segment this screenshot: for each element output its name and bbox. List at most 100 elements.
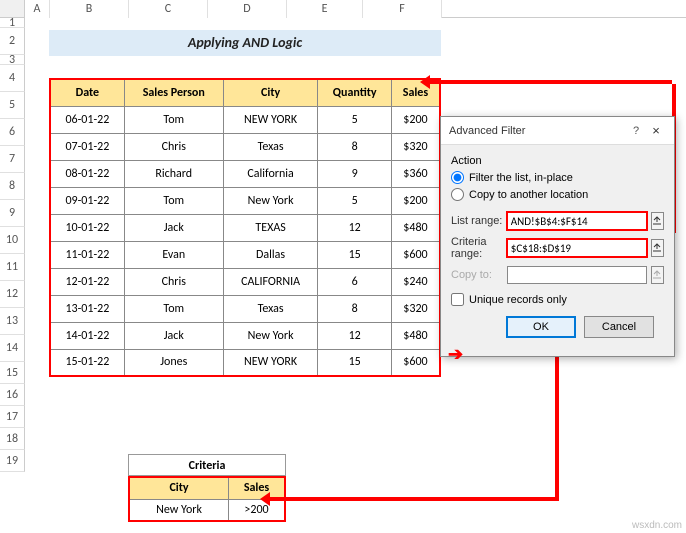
col-header-e[interactable]: E <box>287 0 363 18</box>
criteria-range-ref-button[interactable] <box>651 239 664 257</box>
row-header-9[interactable]: 9 <box>0 200 25 227</box>
col-header-b[interactable]: B <box>50 0 129 18</box>
cell[interactable]: CALIFORNIA <box>223 268 318 295</box>
list-range-ref-button[interactable] <box>651 212 664 230</box>
cell[interactable]: Jones <box>124 349 223 376</box>
cell[interactable]: TEXAS <box>223 214 318 241</box>
row-header-14[interactable]: 14 <box>0 335 25 362</box>
row-header-10[interactable]: 10 <box>0 227 25 254</box>
cell[interactable]: 07-01-22 <box>50 133 124 160</box>
row-header-1[interactable]: 1 <box>0 18 25 28</box>
cell[interactable]: Jack <box>124 322 223 349</box>
cell[interactable]: $240 <box>391 268 440 295</box>
cell[interactable]: 08-01-22 <box>50 160 124 187</box>
criteria-range-input[interactable] <box>507 239 647 257</box>
cell[interactable]: 12-01-22 <box>50 268 124 295</box>
cell[interactable]: Tom <box>124 106 223 133</box>
cell[interactable]: California <box>223 160 318 187</box>
cell[interactable]: 15-01-22 <box>50 349 124 376</box>
row-header-19[interactable]: 19 <box>0 450 25 472</box>
cell[interactable]: 10-01-22 <box>50 214 124 241</box>
list-range-input[interactable] <box>507 212 647 230</box>
cell[interactable]: 11-01-22 <box>50 241 124 268</box>
cell[interactable]: 15 <box>318 349 392 376</box>
cell[interactable]: $200 <box>391 106 440 133</box>
cell[interactable]: NEW YORK <box>223 349 318 376</box>
row-header-15[interactable]: 15 <box>0 362 25 384</box>
cell[interactable]: Jack <box>124 214 223 241</box>
row-header-18[interactable]: 18 <box>0 428 25 450</box>
header-quantity[interactable]: Quantity <box>318 79 392 106</box>
cell[interactable]: 15 <box>318 241 392 268</box>
criteria-city-value[interactable]: New York <box>129 499 229 521</box>
header-sales-person[interactable]: Sales Person <box>124 79 223 106</box>
row-header-4[interactable]: 4 <box>0 65 25 92</box>
watermark: wsxdn.com <box>632 520 682 531</box>
dialog-titlebar[interactable]: Advanced Filter ? × <box>441 117 674 145</box>
row-header-7[interactable]: 7 <box>0 146 25 173</box>
cell[interactable]: 8 <box>318 295 392 322</box>
cell[interactable]: Tom <box>124 295 223 322</box>
dialog-close-button[interactable]: × <box>646 123 666 138</box>
cell[interactable]: Texas <box>223 133 318 160</box>
cell[interactable]: Tom <box>124 187 223 214</box>
cell[interactable]: $320 <box>391 295 440 322</box>
row-header-5[interactable]: 5 <box>0 92 25 119</box>
cell[interactable]: $320 <box>391 133 440 160</box>
cell[interactable]: Texas <box>223 295 318 322</box>
unique-records-checkbox[interactable] <box>451 293 464 306</box>
row-header-13[interactable]: 13 <box>0 308 25 335</box>
row-header-17[interactable]: 17 <box>0 406 25 428</box>
cell[interactable]: Evan <box>124 241 223 268</box>
cell[interactable]: NEW YORK <box>223 106 318 133</box>
cell[interactable]: New York <box>223 322 318 349</box>
col-header-c[interactable]: C <box>129 0 208 18</box>
cell[interactable]: 14-01-22 <box>50 322 124 349</box>
cell[interactable]: 09-01-22 <box>50 187 124 214</box>
row-header-11[interactable]: 11 <box>0 254 25 281</box>
row-header-12[interactable]: 12 <box>0 281 25 308</box>
criteria-sales-value[interactable]: >200 <box>229 499 285 521</box>
cell[interactable]: 9 <box>318 160 392 187</box>
cell[interactable]: 12 <box>318 214 392 241</box>
cell[interactable]: Chris <box>124 268 223 295</box>
row-header-3[interactable]: 3 <box>0 55 25 65</box>
row-header-8[interactable]: 8 <box>0 173 25 200</box>
header-sales[interactable]: Sales <box>391 79 440 106</box>
cell[interactable]: Dallas <box>223 241 318 268</box>
cell[interactable]: Chris <box>124 133 223 160</box>
row-header-2[interactable]: 2 <box>0 28 25 55</box>
col-header-d[interactable]: D <box>208 0 287 18</box>
header-date[interactable]: Date <box>50 79 124 106</box>
cell[interactable]: $600 <box>391 349 440 376</box>
copy-to-ref-button <box>651 266 664 284</box>
cell[interactable]: $480 <box>391 214 440 241</box>
criteria-header-city[interactable]: City <box>129 477 229 499</box>
cell[interactable]: 5 <box>318 106 392 133</box>
cell[interactable]: 13-01-22 <box>50 295 124 322</box>
page-title: Applying AND Logic <box>49 30 441 56</box>
cell[interactable]: Richard <box>124 160 223 187</box>
cell[interactable]: 06-01-22 <box>50 106 124 133</box>
cancel-button[interactable]: Cancel <box>584 316 654 338</box>
cell[interactable]: $360 <box>391 160 440 187</box>
ok-button[interactable]: OK <box>506 316 576 338</box>
col-header-a[interactable]: A <box>25 0 50 18</box>
cell[interactable]: 8 <box>318 133 392 160</box>
radio-copy-another[interactable] <box>451 188 464 201</box>
radio-filter-in-place[interactable] <box>451 171 464 184</box>
header-city[interactable]: City <box>223 79 318 106</box>
row-header-6[interactable]: 6 <box>0 119 25 146</box>
cell[interactable]: $480 <box>391 322 440 349</box>
dialog-help-button[interactable]: ? <box>626 125 646 137</box>
cell[interactable]: 5 <box>318 187 392 214</box>
row-header-16[interactable]: 16 <box>0 384 25 406</box>
criteria-header-sales[interactable]: Sales <box>229 477 285 499</box>
cell[interactable]: New York <box>223 187 318 214</box>
col-header-f[interactable]: F <box>363 0 442 18</box>
cell[interactable]: 12 <box>318 322 392 349</box>
criteria-table: City Sales New York >200 <box>128 476 286 522</box>
cell[interactable]: $600 <box>391 241 440 268</box>
cell[interactable]: 6 <box>318 268 392 295</box>
cell[interactable]: $200 <box>391 187 440 214</box>
